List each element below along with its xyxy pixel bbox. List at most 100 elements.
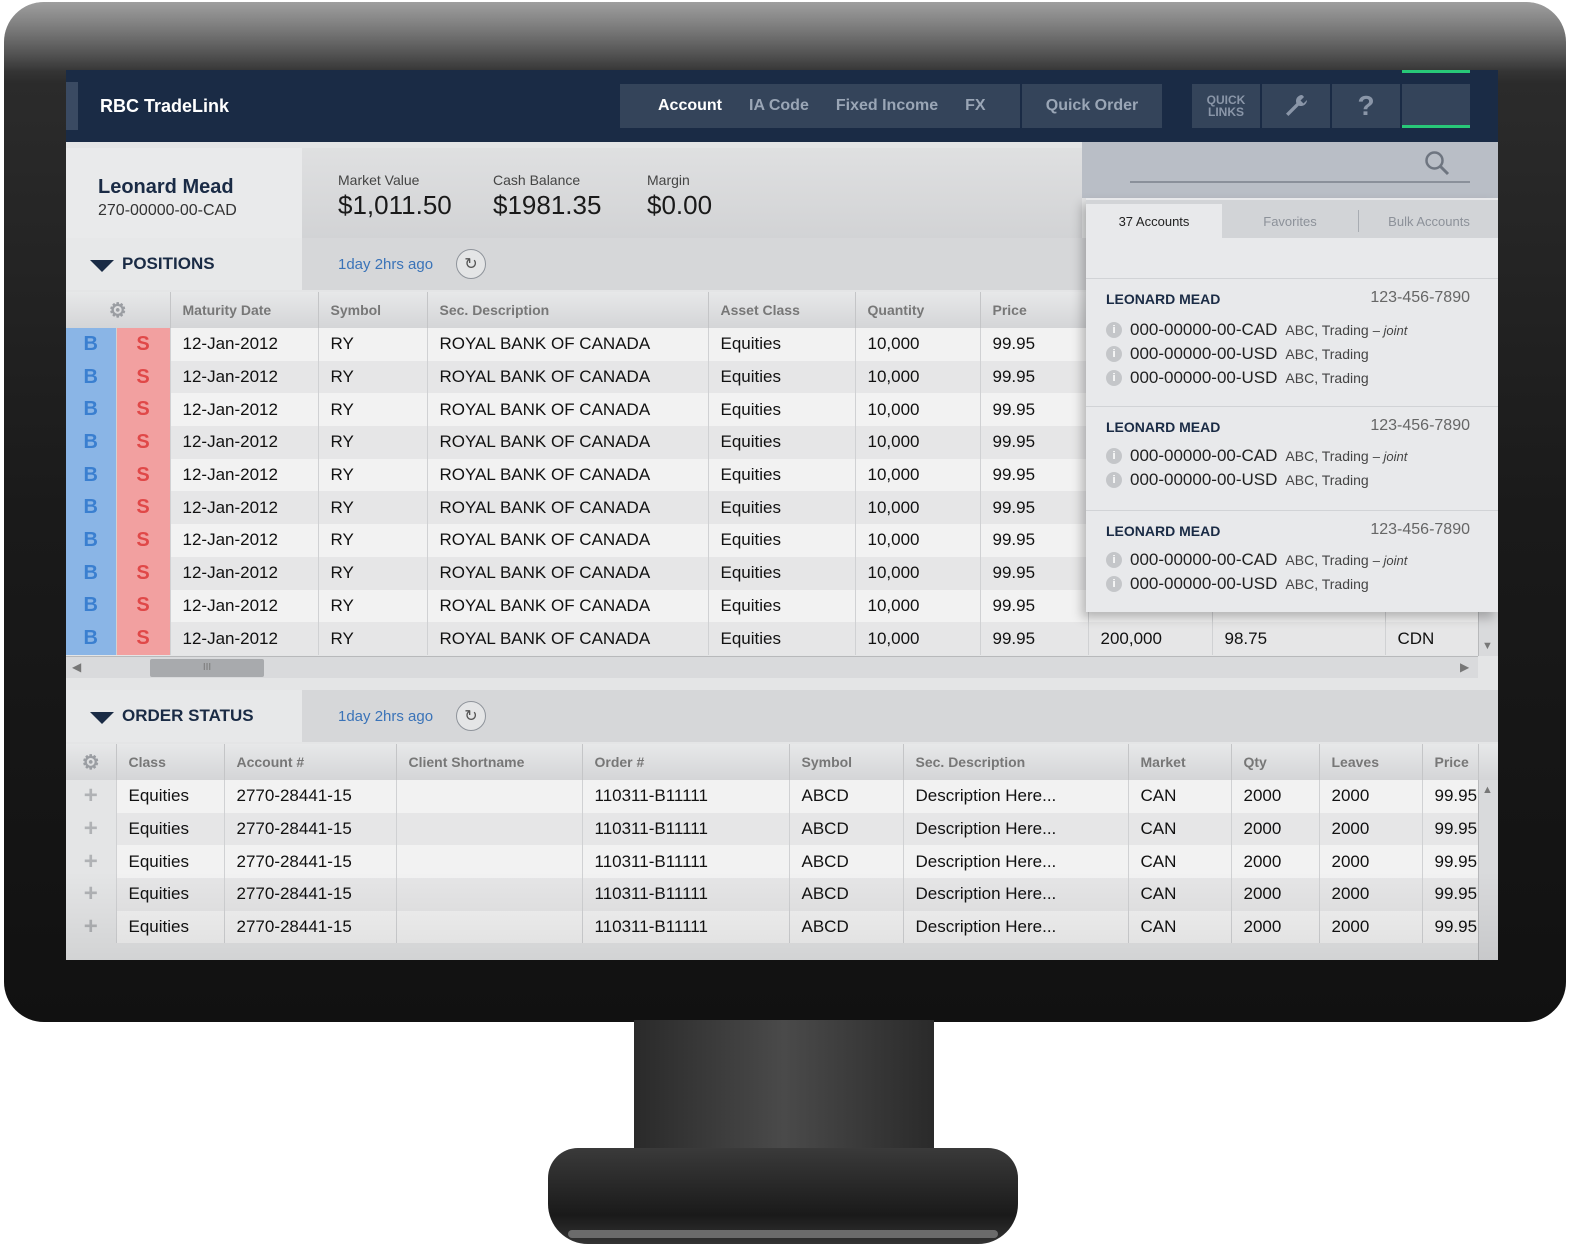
buy-button[interactable]: B bbox=[66, 426, 117, 459]
table-cell: 10,000 bbox=[855, 393, 981, 427]
account-option[interactable]: i 000-00000-00-USD ABC, Trading bbox=[1106, 343, 1369, 365]
table-row[interactable]: + Equities 2770-28441-15 110311-B11111 ABCD D… bbox=[66, 878, 1498, 911]
tab-all-accounts[interactable]: 37 Accounts bbox=[1086, 204, 1222, 238]
collapse-triangle-icon[interactable] bbox=[90, 712, 114, 724]
refresh-icon[interactable]: ↻ bbox=[456, 701, 486, 731]
buy-button[interactable]: B bbox=[66, 524, 117, 557]
sell-button[interactable]: S bbox=[116, 491, 171, 525]
account-group[interactable]: LEONARD MEAD 123-456-7890 i 000-00000-00… bbox=[1086, 278, 1498, 406]
col-header[interactable]: Class bbox=[116, 744, 225, 780]
col-header[interactable]: Sec. Description bbox=[427, 292, 709, 328]
nav-tab-account[interactable]: Account bbox=[658, 97, 722, 115]
scroll-left-arrow-icon[interactable]: ◀ bbox=[72, 660, 81, 674]
col-header[interactable]: Price bbox=[1422, 744, 1479, 780]
tab-bulk-accounts[interactable]: Bulk Accounts bbox=[1360, 204, 1498, 238]
buy-button[interactable]: B bbox=[66, 622, 117, 655]
buy-button[interactable]: B bbox=[66, 589, 117, 623]
account-option[interactable]: i 000-00000-00-USD ABC, Trading bbox=[1106, 573, 1369, 595]
scroll-right-arrow-icon[interactable]: ▶ bbox=[1460, 660, 1469, 674]
table-cell: Equities bbox=[708, 426, 856, 459]
info-icon[interactable]: i bbox=[1106, 448, 1122, 464]
col-header[interactable]: Quantity bbox=[855, 292, 981, 328]
search-input[interactable] bbox=[1130, 181, 1470, 183]
buy-button[interactable]: B bbox=[66, 556, 117, 590]
orders-vertical-scrollbar[interactable]: ▲ bbox=[1478, 780, 1498, 960]
sell-button[interactable]: S bbox=[116, 524, 171, 557]
nav-tab-fx[interactable]: FX bbox=[965, 97, 985, 115]
collapse-triangle-icon[interactable] bbox=[90, 260, 114, 272]
buy-button[interactable]: B bbox=[66, 393, 117, 427]
table-cell: CDN bbox=[1385, 622, 1479, 655]
table-row[interactable]: + Equities 2770-28441-15 110311-B11111 ABCD D… bbox=[66, 812, 1498, 846]
buy-button[interactable]: B bbox=[66, 328, 117, 361]
settings-button[interactable] bbox=[1262, 84, 1330, 128]
account-option[interactable]: i 000-00000-00-CAD ABC, Trading – joint bbox=[1106, 549, 1407, 571]
col-header[interactable]: Client Shortname bbox=[396, 744, 583, 780]
account-group[interactable]: LEONARD MEAD 123-456-7890 i 000-00000-00… bbox=[1086, 510, 1498, 612]
scroll-down-arrow-icon[interactable]: ▼ bbox=[1482, 640, 1493, 652]
sell-button[interactable]: S bbox=[116, 360, 171, 394]
search-icon[interactable] bbox=[1424, 150, 1450, 176]
table-row[interactable]: + Equities 2770-28441-15 110311-B11111 ABCD D… bbox=[66, 910, 1498, 944]
account-group[interactable]: LEONARD MEAD 123-456-7890 i 000-00000-00… bbox=[1086, 406, 1498, 510]
info-icon[interactable]: i bbox=[1106, 370, 1122, 386]
table-cell: 10,000 bbox=[855, 328, 981, 361]
scroll-thumb[interactable]: III bbox=[150, 659, 264, 677]
nav-tab-fixed-income[interactable]: Fixed Income bbox=[836, 97, 938, 115]
col-header[interactable]: Order # bbox=[582, 744, 790, 780]
refresh-icon[interactable]: ↻ bbox=[456, 249, 486, 279]
col-header[interactable]: Symbol bbox=[318, 292, 428, 328]
col-header[interactable]: Asset Class bbox=[708, 292, 856, 328]
col-header[interactable]: Market bbox=[1128, 744, 1232, 780]
quick-order-button[interactable]: Quick Order bbox=[1022, 84, 1162, 128]
sell-button[interactable]: S bbox=[116, 622, 171, 655]
sell-button[interactable]: S bbox=[116, 556, 171, 590]
profile-button[interactable] bbox=[1402, 84, 1470, 128]
table-row[interactable]: + Equities 2770-28441-15 110311-B11111 ABCD D… bbox=[66, 845, 1498, 879]
metric-value: $0.00 bbox=[647, 190, 713, 220]
expand-plus-icon[interactable]: + bbox=[66, 910, 117, 944]
sell-button[interactable]: S bbox=[116, 426, 171, 459]
order-status-title: ORDER STATUS bbox=[122, 706, 254, 725]
col-header[interactable]: Price bbox=[980, 292, 1089, 328]
sell-button[interactable]: S bbox=[116, 393, 171, 427]
col-header[interactable]: Symbol bbox=[789, 744, 904, 780]
positions-horizontal-scrollbar[interactable]: ◀ III ▶ bbox=[66, 656, 1478, 678]
account-option[interactable]: i 000-00000-00-USD ABC, Trading bbox=[1106, 367, 1369, 389]
table-cell: Description Here... bbox=[903, 910, 1129, 944]
info-icon[interactable]: i bbox=[1106, 552, 1122, 568]
col-header[interactable]: Maturity Date bbox=[170, 292, 319, 328]
scroll-up-arrow-icon[interactable]: ▲ bbox=[1482, 784, 1493, 796]
tab-favorites[interactable]: Favorites bbox=[1222, 204, 1358, 238]
sell-button[interactable]: S bbox=[116, 328, 171, 361]
col-header[interactable]: Sec. Description bbox=[903, 744, 1129, 780]
info-icon[interactable]: i bbox=[1106, 322, 1122, 338]
table-cell: ABCD bbox=[789, 780, 904, 813]
sell-button[interactable]: S bbox=[116, 589, 171, 623]
expand-plus-icon[interactable]: + bbox=[66, 780, 117, 813]
buy-button[interactable]: B bbox=[66, 360, 117, 394]
account-option[interactable]: i 000-00000-00-CAD ABC, Trading – joint bbox=[1106, 319, 1407, 341]
col-header[interactable]: Leaves bbox=[1319, 744, 1423, 780]
col-header[interactable]: Account # bbox=[224, 744, 397, 780]
account-option[interactable]: i 000-00000-00-USD ABC, Trading bbox=[1106, 469, 1369, 491]
expand-plus-icon[interactable]: + bbox=[66, 845, 117, 879]
gear-icon[interactable]: ⚙ bbox=[66, 744, 117, 780]
gear-icon[interactable]: ⚙ bbox=[66, 292, 171, 328]
col-header[interactable]: Qty bbox=[1231, 744, 1320, 780]
quick-links-button[interactable]: QUICK LINKS bbox=[1192, 84, 1260, 128]
nav-tab-ia-code[interactable]: IA Code bbox=[749, 97, 809, 115]
expand-plus-icon[interactable]: + bbox=[66, 878, 117, 911]
table-row[interactable]: + Equities 2770-28441-15 110311-B11111 ABCD D… bbox=[66, 780, 1498, 813]
info-icon[interactable]: i bbox=[1106, 576, 1122, 592]
info-icon[interactable]: i bbox=[1106, 346, 1122, 362]
expand-plus-icon[interactable]: + bbox=[66, 812, 117, 846]
sell-button[interactable]: S bbox=[116, 458, 171, 492]
account-option[interactable]: i 000-00000-00-CAD ABC, Trading – joint bbox=[1106, 445, 1407, 467]
table-row[interactable]: B S 12-Jan-2012 RY ROYAL BANK OF CANADA Equit… bbox=[66, 622, 1498, 655]
table-cell: 2770-28441-15 bbox=[224, 780, 397, 813]
buy-button[interactable]: B bbox=[66, 491, 117, 525]
help-button[interactable]: ? bbox=[1332, 84, 1400, 128]
info-icon[interactable]: i bbox=[1106, 472, 1122, 488]
buy-button[interactable]: B bbox=[66, 458, 117, 492]
